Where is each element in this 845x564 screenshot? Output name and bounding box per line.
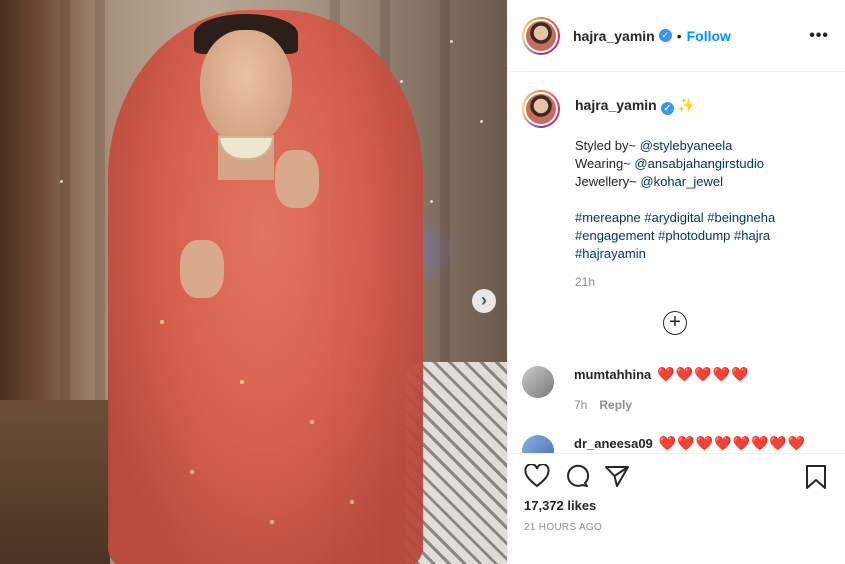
mention-link[interactable]: @stylebyaneela xyxy=(640,138,733,153)
post-header: hajra_yamin ✓ • Follow ••• xyxy=(508,0,845,72)
follow-button[interactable]: Follow xyxy=(687,28,731,44)
mention-link[interactable]: @kohar_jewel xyxy=(640,174,723,189)
caption-username[interactable]: hajra_yamin xyxy=(575,97,657,113)
comment-icon[interactable] xyxy=(564,464,590,488)
verified-icon: ✓ xyxy=(660,102,674,115)
caption: hajra_yamin ✓ ✨ Styled by~ @stylebyaneela … xyxy=(522,90,831,289)
reply-button[interactable]: Reply xyxy=(599,398,632,412)
comment-text: ❤️❤️❤️❤️❤️ xyxy=(657,366,750,382)
hashtags[interactable]: #engagement #photodump #hajra xyxy=(575,227,775,245)
woman-in-red-dupatta xyxy=(100,0,430,564)
username[interactable]: hajra_yamin xyxy=(573,28,655,44)
post-sidebar: hajra_yamin ✓ • Follow ••• hajra_yamin ✓ ✨… xyxy=(507,0,845,564)
post-photo[interactable]: › xyxy=(0,0,507,564)
share-icon[interactable] xyxy=(604,464,630,488)
like-count[interactable]: 17,372 likes xyxy=(524,498,596,513)
separator: • xyxy=(676,27,682,44)
caption-time: 21h xyxy=(575,275,596,289)
comment-avatar[interactable] xyxy=(522,366,554,398)
comment-item: mumtahhina ❤️❤️❤️❤️❤️ 7h Reply xyxy=(522,366,832,412)
heart-icon[interactable] xyxy=(524,464,550,488)
caption-text: Styled by~ @stylebyaneela Wearing~ @ansa… xyxy=(575,138,776,263)
action-bar: 17,372 likes 21 HOURS AGO xyxy=(508,453,845,564)
comment-time: 7h xyxy=(574,398,588,412)
verified-icon: ✓ xyxy=(658,29,672,42)
comment-username[interactable]: dr_aneesa09 xyxy=(574,436,653,451)
post-timestamp: 21 HOURS AGO xyxy=(524,522,603,533)
avatar[interactable] xyxy=(522,16,560,55)
more-icon[interactable]: ••• xyxy=(809,27,829,45)
hashtags[interactable]: #mereapne #arydigital #beingneha xyxy=(575,209,775,227)
caption-avatar[interactable] xyxy=(522,90,560,128)
comment-text: ❤️❤️❤️❤️❤️❤️❤️❤️ xyxy=(658,435,807,451)
hashtags[interactable]: #hajrayamin xyxy=(575,245,775,263)
bookmark-icon[interactable] xyxy=(804,464,828,490)
comment-username[interactable]: mumtahhina xyxy=(574,367,651,382)
mention-link[interactable]: @ansabjahangirstudio xyxy=(634,156,764,171)
load-more-comments-button[interactable]: + xyxy=(663,311,687,335)
next-photo-button[interactable]: › xyxy=(472,289,496,313)
sparkle-emoji: ✨ xyxy=(677,97,696,113)
